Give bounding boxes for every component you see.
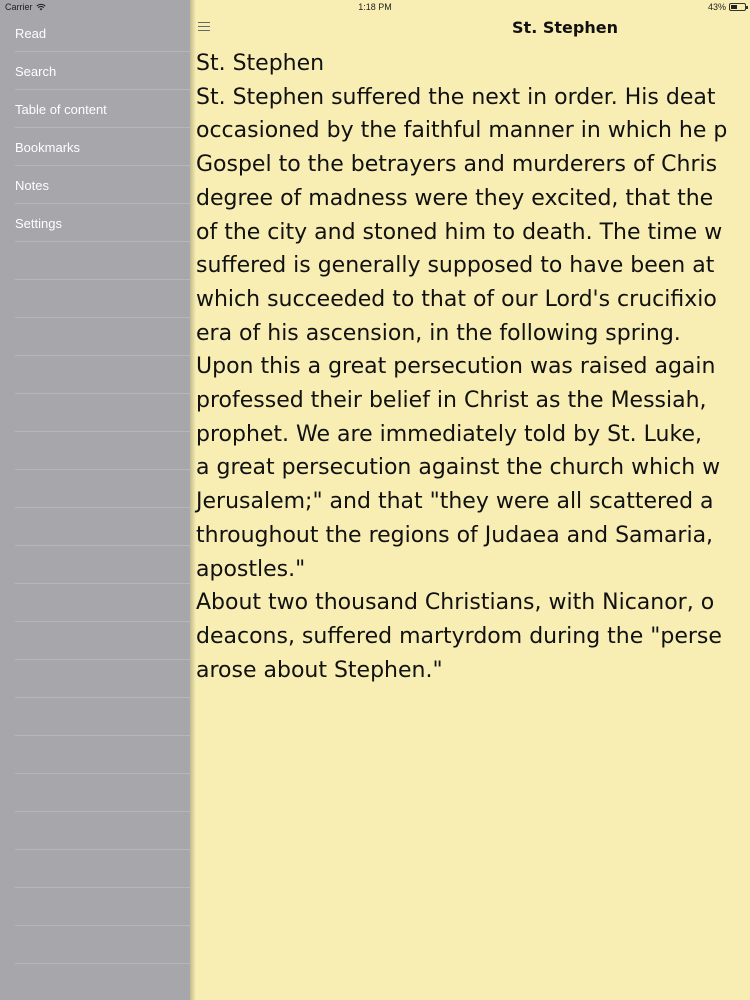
sidebar-empty-row: [15, 356, 190, 394]
article-line: which succeeded to that of our Lord's cr…: [196, 286, 717, 312]
sidebar-empty-row: [15, 888, 190, 926]
sidebar-empty-row: [15, 926, 190, 964]
article-line: professed their belief in Christ as the …: [196, 388, 707, 414]
sidebar-empty-row: [15, 280, 190, 318]
sidebar-empty-row: [15, 508, 190, 546]
article-line: Jerusalem;" and that "they were all scat…: [196, 489, 714, 515]
sidebar-empty-row: [15, 318, 190, 356]
sidebar-item-settings[interactable]: Settings: [15, 204, 190, 242]
sidebar-empty-rows: [0, 242, 190, 1000]
sidebar-item-notes[interactable]: Notes: [15, 166, 190, 204]
status-right: 43%: [707, 2, 748, 12]
battery-tip: [746, 6, 748, 9]
article-line: era of his ascension, in the following s…: [196, 320, 681, 346]
sidebar-empty-row: [15, 470, 190, 508]
article-text: St. Stephen St. Stephen suffered the nex…: [196, 47, 750, 687]
sidebar-empty-row: [15, 394, 190, 432]
reader-panel: St. Stephen St. Stephen St. Stephen suff…: [190, 0, 750, 1000]
sidebar-empty-row: [15, 698, 190, 736]
battery-percent: 43%: [707, 2, 726, 12]
sidebar-empty-row: [15, 774, 190, 812]
hamburger-menu-icon[interactable]: [198, 22, 210, 32]
article-line: degree of madness were they excited, tha…: [196, 185, 714, 211]
status-time: 1:18 PM: [358, 2, 392, 12]
sidebar-item-read[interactable]: Read: [15, 14, 190, 52]
nav-bar: St. Stephen: [190, 14, 750, 44]
sidebar-empty-row: [15, 622, 190, 660]
article-line: prophet. We are immediately told by St. …: [196, 421, 702, 447]
battery-fill: [731, 5, 737, 9]
sidebar-empty-row: [15, 964, 190, 1000]
sidebar-menu: Read Search Table of content Bookmarks N…: [0, 14, 190, 1000]
sidebar-item-table-of-content[interactable]: Table of content: [15, 90, 190, 128]
article-line: St. Stephen: [196, 51, 325, 76]
page-title: St. Stephen: [512, 18, 618, 37]
article-line: suffered is generally supposed to have b…: [196, 253, 715, 279]
sidebar-empty-row: [15, 242, 190, 280]
sidebar-empty-row: [15, 546, 190, 584]
article-line: occasioned by the faithful manner in whi…: [196, 118, 728, 144]
article-line: Upon this a great persecution was raised…: [196, 354, 716, 380]
sidebar-empty-row: [15, 660, 190, 698]
status-bar: Carrier 1:18 PM 43%: [0, 0, 750, 16]
sidebar-empty-row: [15, 812, 190, 850]
sidebar: Read Search Table of content Bookmarks N…: [0, 0, 190, 1000]
sidebar-empty-row: [15, 850, 190, 888]
article-line: arose about Stephen.": [196, 657, 443, 683]
article-line: Gospel to the betrayers and murderers of…: [196, 152, 718, 178]
article-line: About two thousand Christians, with Nica…: [196, 590, 715, 616]
sidebar-item-search[interactable]: Search: [15, 52, 190, 90]
article-line: deacons, suffered martyrdom during the "…: [196, 623, 722, 649]
article-line: St. Stephen suffered the next in order. …: [196, 84, 716, 110]
sidebar-item-bookmarks[interactable]: Bookmarks: [15, 128, 190, 166]
sidebar-empty-row: [15, 736, 190, 774]
sidebar-shadow: [190, 0, 196, 1000]
battery-icon: [729, 3, 748, 11]
article-line: a great persecution against the church w…: [196, 455, 721, 481]
sidebar-empty-row: [15, 584, 190, 622]
sidebar-empty-row: [15, 432, 190, 470]
article-line: throughout the regions of Judaea and Sam…: [196, 522, 714, 548]
article-line: apostles.": [196, 556, 306, 582]
article-line: of the city and stoned him to death. The…: [196, 219, 723, 245]
